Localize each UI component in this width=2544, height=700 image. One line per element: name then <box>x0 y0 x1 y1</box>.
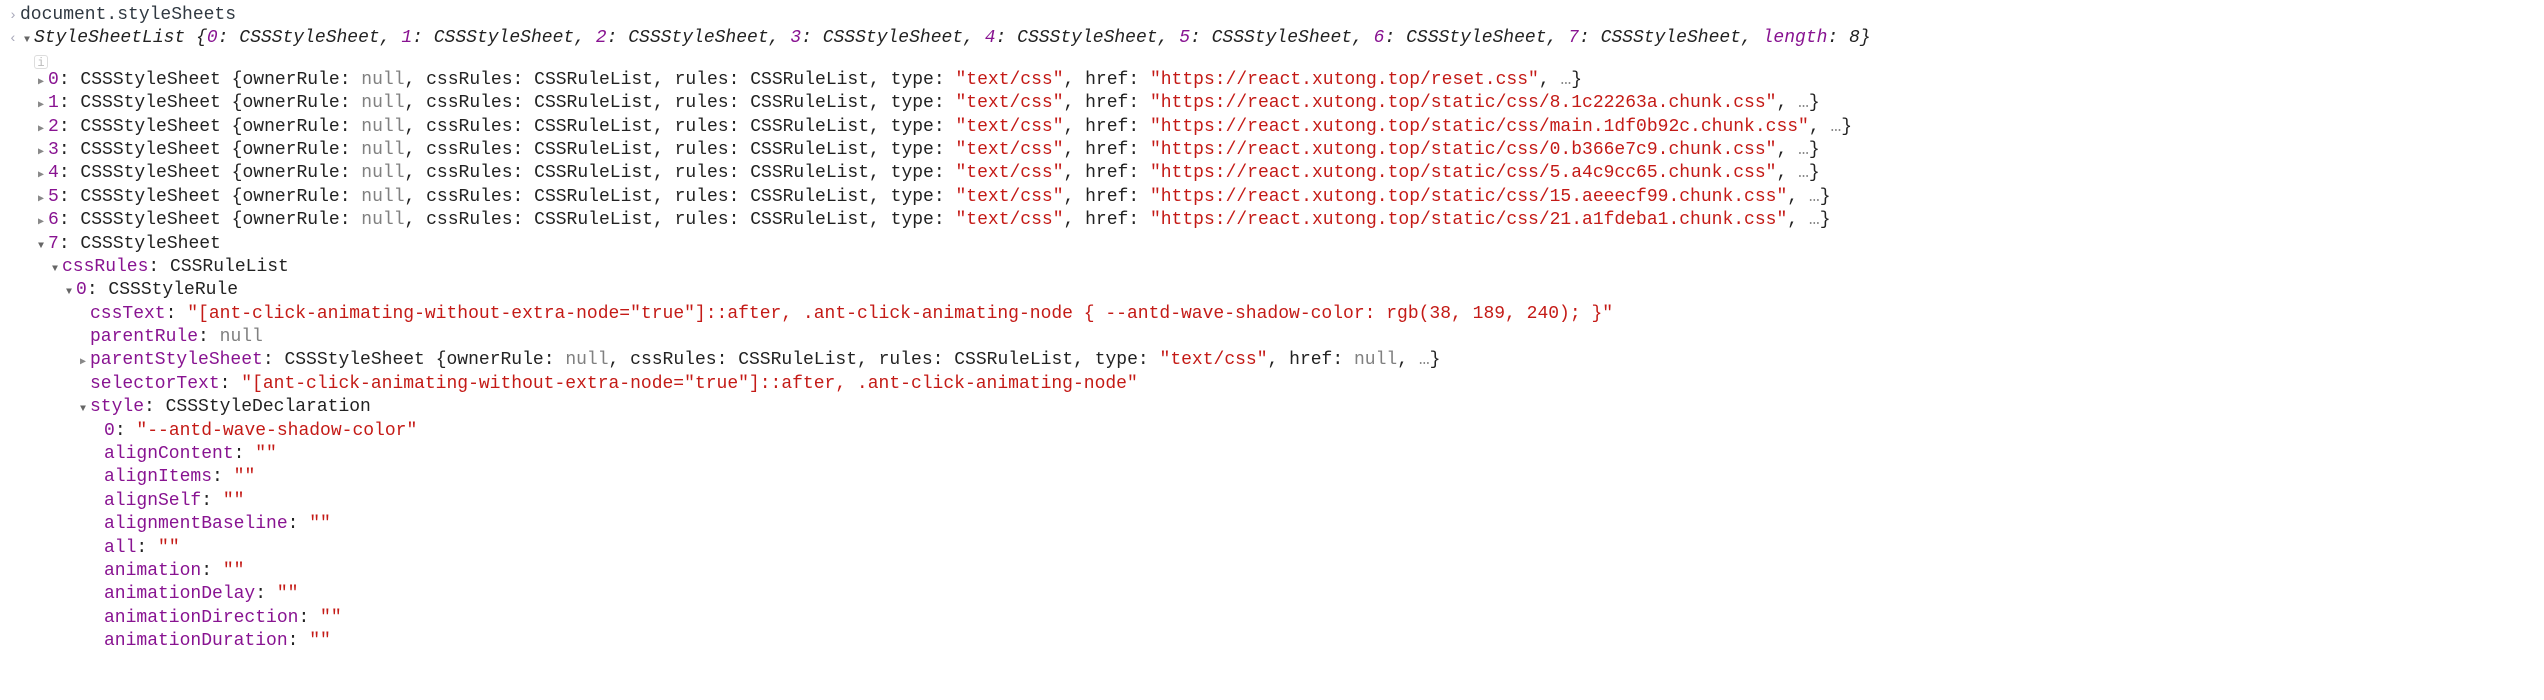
style-property-row[interactable]: all: "" <box>0 537 2544 560</box>
info-icon[interactable]: i <box>34 55 48 69</box>
csstext-row[interactable]: cssText: "[ant-click-animating-without-e… <box>0 303 2544 326</box>
style-row[interactable]: style: CSSStyleDeclaration <box>0 396 2544 419</box>
sheet-row[interactable]: 0: CSSStyleSheet {ownerRule: null, cssRu… <box>0 69 2544 92</box>
expand-toggle-icon[interactable] <box>34 142 48 160</box>
output-summary[interactable]: StyleSheetList {0: CSSStyleSheet, 1: CSS… <box>34 27 1871 50</box>
output-prompt-icon: ‹ <box>6 30 20 48</box>
expand-toggle-icon[interactable] <box>62 282 76 300</box>
info-row: i <box>0 51 2544 69</box>
expand-toggle-icon[interactable] <box>34 236 48 254</box>
sheet-7-row[interactable]: 7: CSSStyleSheet <box>0 233 2544 256</box>
sheet-row[interactable]: 1: CSSStyleSheet {ownerRule: null, cssRu… <box>0 92 2544 115</box>
style-property-row[interactable]: animation: "" <box>0 560 2544 583</box>
expand-toggle-icon[interactable] <box>76 352 90 370</box>
expand-toggle-icon[interactable] <box>34 119 48 137</box>
expand-toggle-icon[interactable] <box>34 189 48 207</box>
cssrules-row[interactable]: cssRules: CSSRuleList <box>0 256 2544 279</box>
console-input[interactable]: document.styleSheets <box>20 4 236 27</box>
expand-toggle-icon[interactable] <box>76 399 90 417</box>
style-property-row[interactable]: animationDelay: "" <box>0 583 2544 606</box>
style-property-row[interactable]: 0: "--antd-wave-shadow-color" <box>0 420 2544 443</box>
expand-toggle-icon[interactable] <box>34 72 48 90</box>
selectortext-row[interactable]: selectorText: "[ant-click-animating-with… <box>0 373 2544 396</box>
expand-toggle-icon[interactable] <box>20 30 34 48</box>
expand-toggle-icon[interactable] <box>48 259 62 277</box>
style-property-row[interactable]: alignItems: "" <box>0 466 2544 489</box>
parentrule-row[interactable]: parentRule: null <box>0 326 2544 349</box>
sheet-row[interactable]: 2: CSSStyleSheet {ownerRule: null, cssRu… <box>0 116 2544 139</box>
style-property-row[interactable]: alignSelf: "" <box>0 490 2544 513</box>
sheet-row[interactable]: 6: CSSStyleSheet {ownerRule: null, cssRu… <box>0 209 2544 232</box>
input-prompt-icon: › <box>6 7 20 25</box>
parentstylesheet-row[interactable]: parentStyleSheet: CSSStyleSheet {ownerRu… <box>0 349 2544 372</box>
console-output-row: ‹ StyleSheetList {0: CSSStyleSheet, 1: C… <box>0 27 2544 50</box>
style-property-row[interactable]: alignmentBaseline: "" <box>0 513 2544 536</box>
console-input-row: › document.styleSheets <box>0 4 2544 27</box>
style-property-row[interactable]: animationDirection: "" <box>0 607 2544 630</box>
expand-toggle-icon[interactable] <box>34 95 48 113</box>
sheet-row[interactable]: 5: CSSStyleSheet {ownerRule: null, cssRu… <box>0 186 2544 209</box>
expand-toggle-icon[interactable] <box>34 165 48 183</box>
style-property-row[interactable]: alignContent: "" <box>0 443 2544 466</box>
rule-0-row[interactable]: 0: CSSStyleRule <box>0 279 2544 302</box>
sheet-row[interactable]: 3: CSSStyleSheet {ownerRule: null, cssRu… <box>0 139 2544 162</box>
expand-toggle-icon[interactable] <box>34 212 48 230</box>
sheet-row[interactable]: 4: CSSStyleSheet {ownerRule: null, cssRu… <box>0 162 2544 185</box>
style-property-row[interactable]: animationDuration: "" <box>0 630 2544 653</box>
